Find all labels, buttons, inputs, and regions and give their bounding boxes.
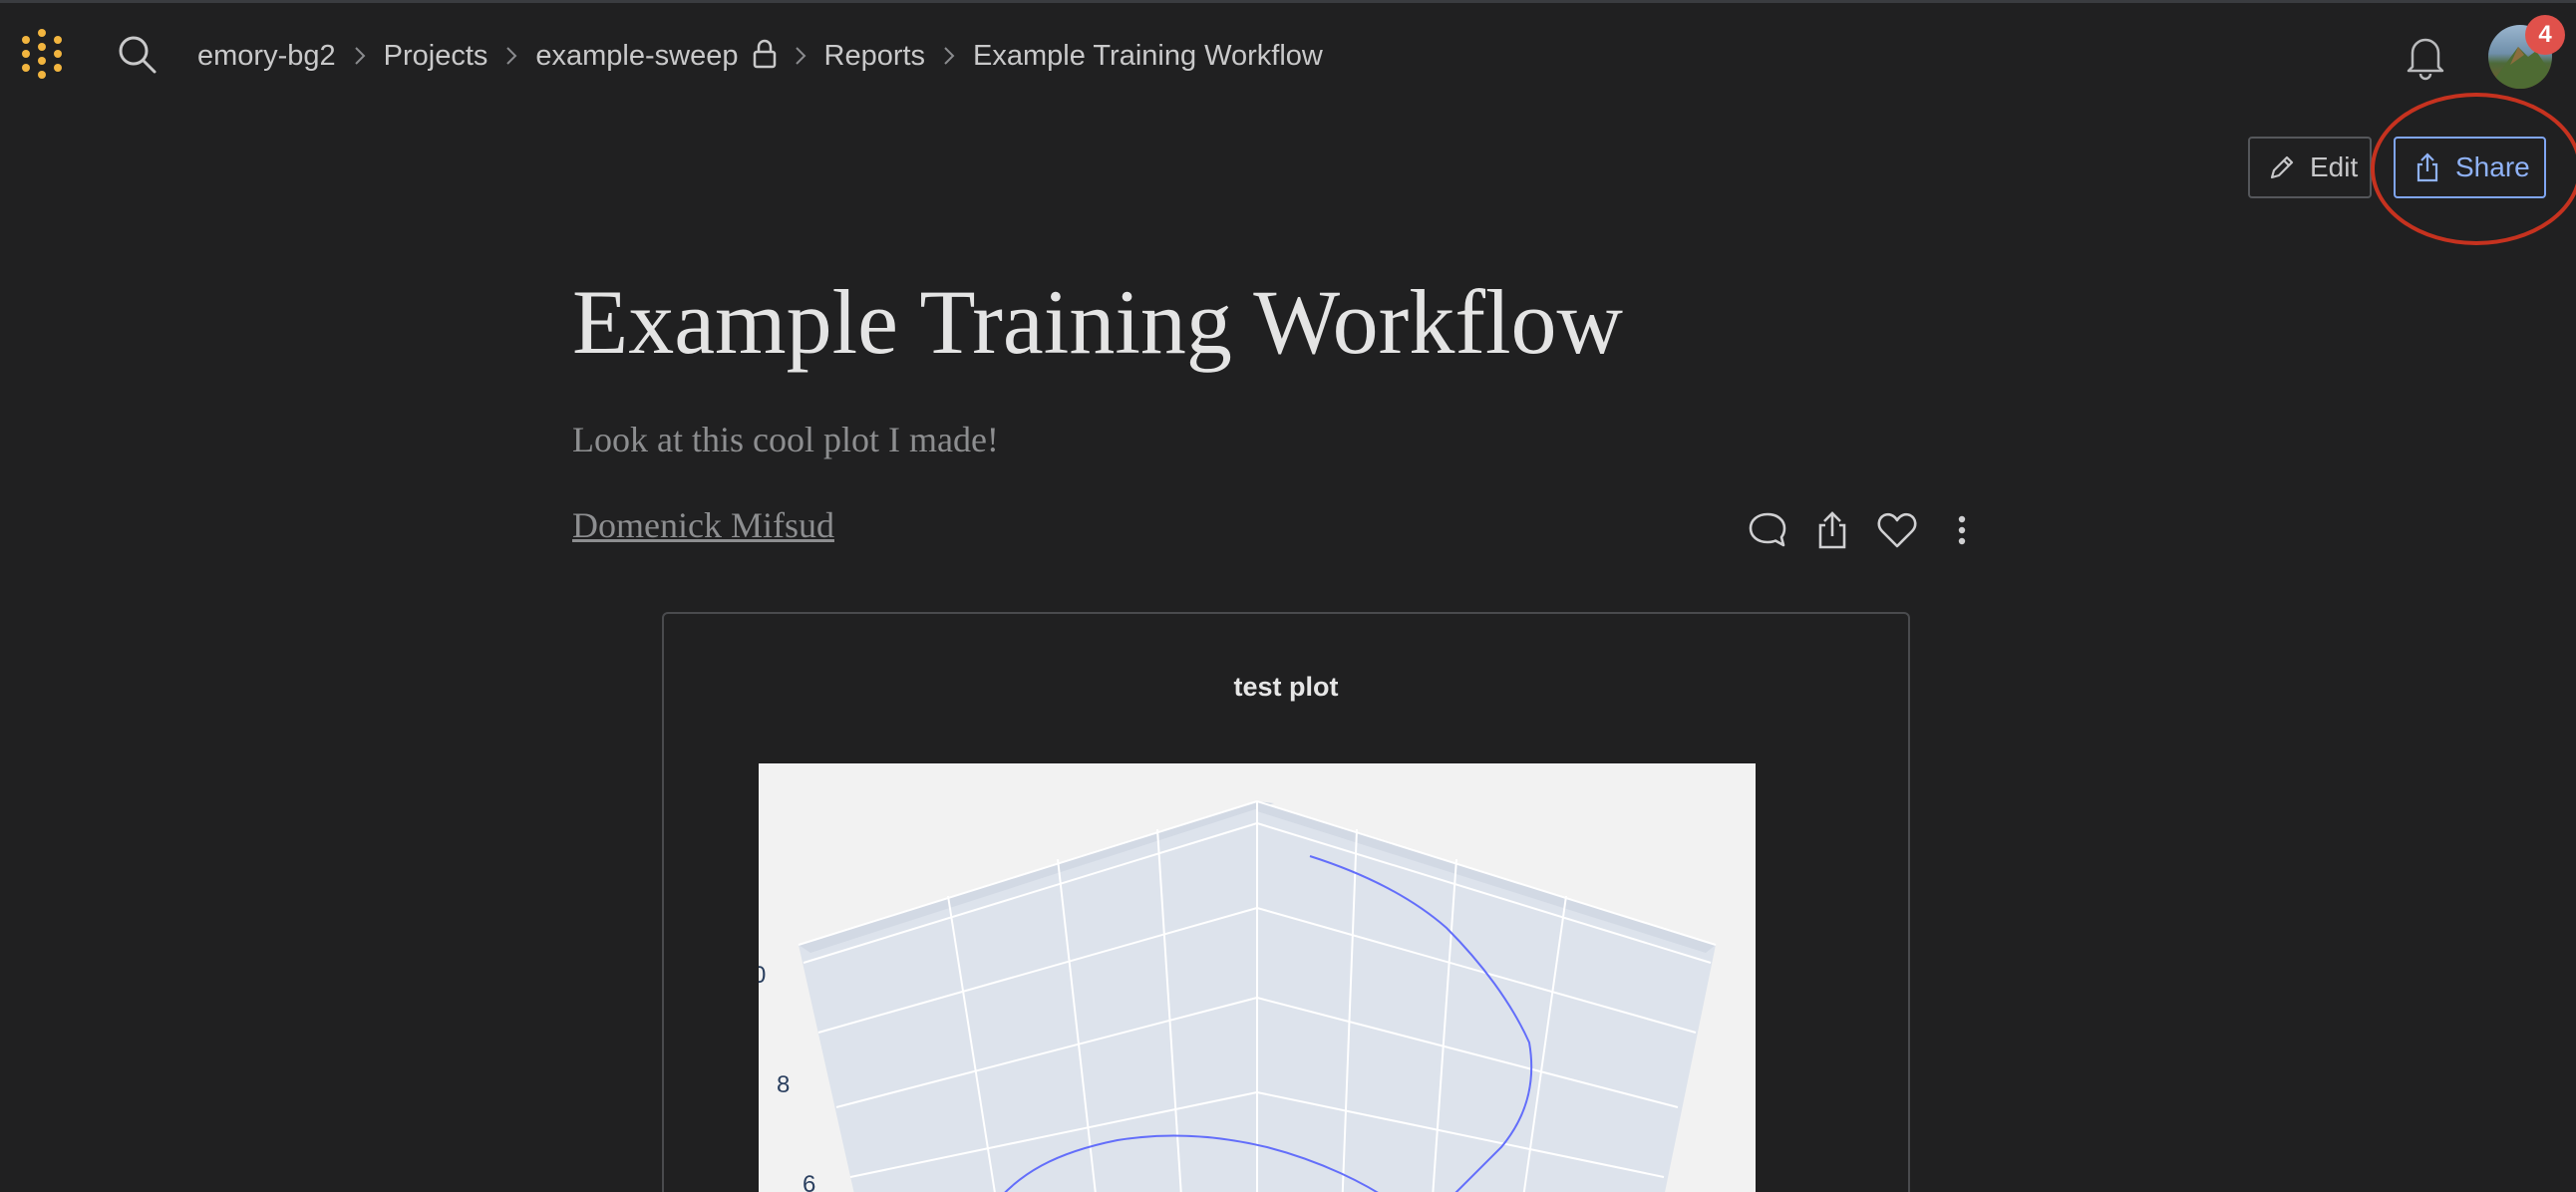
pencil-icon bbox=[2270, 155, 2294, 179]
chevron-right-icon bbox=[777, 46, 824, 66]
share-icon bbox=[2416, 152, 2438, 182]
share-button[interactable]: Share bbox=[2394, 137, 2546, 198]
panel-title: test plot bbox=[1233, 672, 1339, 702]
3d-plot[interactable]: 0 8 6 bbox=[759, 763, 1756, 1192]
top-nav: emory-bg2 Projects example-sweep Reports… bbox=[0, 3, 2576, 103]
bell-icon[interactable] bbox=[2403, 31, 2448, 81]
heart-icon[interactable] bbox=[1876, 509, 1918, 551]
report-actions bbox=[1747, 506, 2006, 554]
chevron-right-icon bbox=[487, 46, 535, 66]
breadcrumb-entity[interactable]: emory-bg2 bbox=[197, 40, 336, 73]
share-button-label: Share bbox=[2455, 151, 2530, 182]
share-icon[interactable] bbox=[1811, 509, 1853, 551]
edit-button[interactable]: Edit bbox=[2248, 137, 2372, 198]
z-tick-label: 8 bbox=[777, 1071, 790, 1098]
search-icon[interactable] bbox=[116, 33, 160, 77]
report-description[interactable]: Look at this cool plot I made! bbox=[572, 419, 999, 460]
report-title[interactable]: Example Training Workflow bbox=[572, 269, 1623, 375]
breadcrumb-project[interactable]: example-sweep bbox=[535, 39, 776, 73]
plot-panel[interactable]: test plot 0 8 6 bbox=[662, 612, 1910, 1192]
breadcrumb-reports[interactable]: Reports bbox=[824, 40, 926, 73]
more-vertical-icon[interactable] bbox=[1941, 509, 1983, 551]
lock-icon bbox=[753, 39, 777, 69]
logo-icon[interactable] bbox=[18, 27, 72, 81]
notification-count-badge: 4 bbox=[2525, 15, 2565, 55]
breadcrumb-projects[interactable]: Projects bbox=[384, 40, 488, 73]
chevron-right-icon bbox=[925, 46, 973, 66]
comment-icon[interactable] bbox=[1747, 509, 1788, 551]
z-tick-label: 6 bbox=[803, 1171, 815, 1192]
edit-button-label: Edit bbox=[2310, 151, 2359, 182]
breadcrumb-project-label: example-sweep bbox=[535, 40, 739, 72]
breadcrumb-current-report: Example Training Workflow bbox=[973, 39, 1323, 72]
report-author-link[interactable]: Domenick Mifsud bbox=[572, 504, 834, 546]
breadcrumb: emory-bg2 Projects example-sweep Reports… bbox=[197, 33, 1323, 79]
z-tick-label: 0 bbox=[759, 962, 766, 989]
chevron-right-icon bbox=[336, 46, 384, 66]
